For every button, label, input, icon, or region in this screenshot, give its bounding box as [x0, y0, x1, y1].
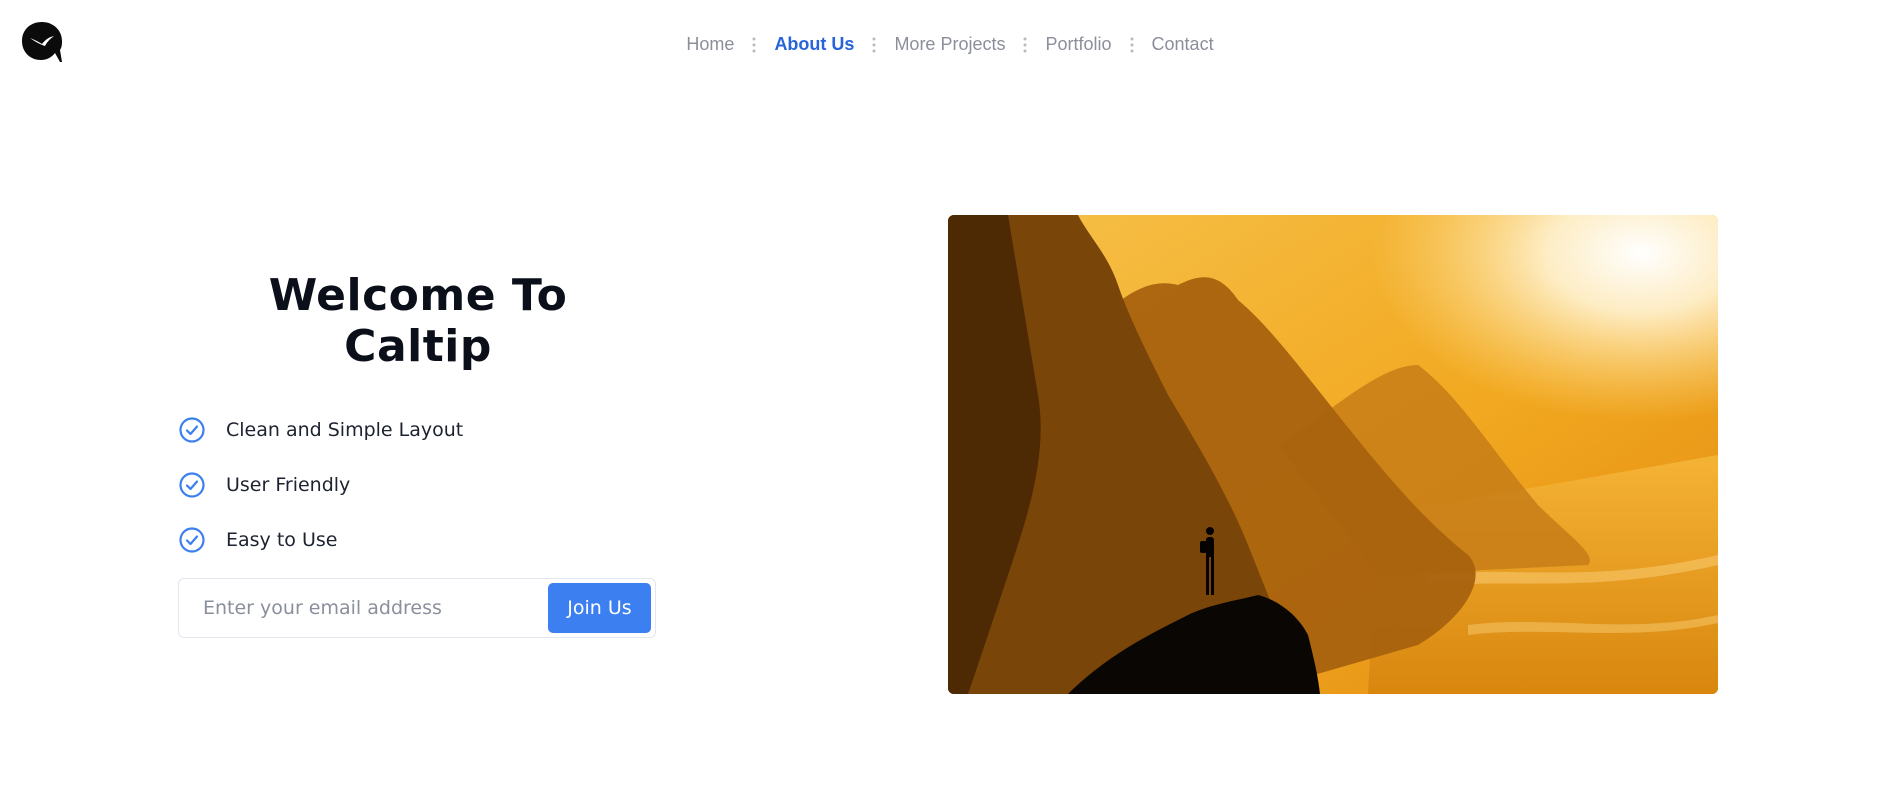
feature-item: Clean and Simple Layout	[178, 402, 658, 457]
check-circle-icon	[179, 471, 205, 498]
email-input[interactable]	[179, 578, 548, 638]
vertical-dots-icon	[1005, 37, 1045, 53]
nav-item-portfolio[interactable]: Portfolio	[1045, 26, 1111, 63]
nav-item-about-us[interactable]: About Us	[774, 26, 854, 63]
check-circle-icon	[179, 526, 205, 553]
hiker-silhouette-sunset-cliffs-image	[948, 215, 1718, 694]
vertical-dots-icon	[1112, 37, 1152, 53]
vertical-dots-icon	[734, 37, 774, 53]
newsletter-form: Join Us	[178, 578, 656, 638]
nav-item-home[interactable]: Home	[686, 26, 734, 63]
feature-label: Clean and Simple Layout	[226, 418, 464, 441]
hero-content: Welcome To Caltip Clean and Simple Layou…	[178, 270, 658, 638]
feature-label: Easy to Use	[226, 528, 338, 551]
nav-item-contact[interactable]: Contact	[1152, 26, 1214, 63]
join-us-button[interactable]: Join Us	[548, 583, 651, 633]
check-circle-icon	[179, 416, 205, 443]
feature-item: Easy to Use	[178, 512, 658, 567]
nav-item-more-projects[interactable]: More Projects	[894, 26, 1005, 63]
feature-item: User Friendly	[178, 457, 658, 512]
main-nav: Home About Us More Projects Portfolio Co…	[0, 26, 1900, 63]
page-title: Welcome To Caltip	[268, 270, 568, 372]
feature-label: User Friendly	[226, 473, 351, 496]
vertical-dots-icon	[854, 37, 894, 53]
